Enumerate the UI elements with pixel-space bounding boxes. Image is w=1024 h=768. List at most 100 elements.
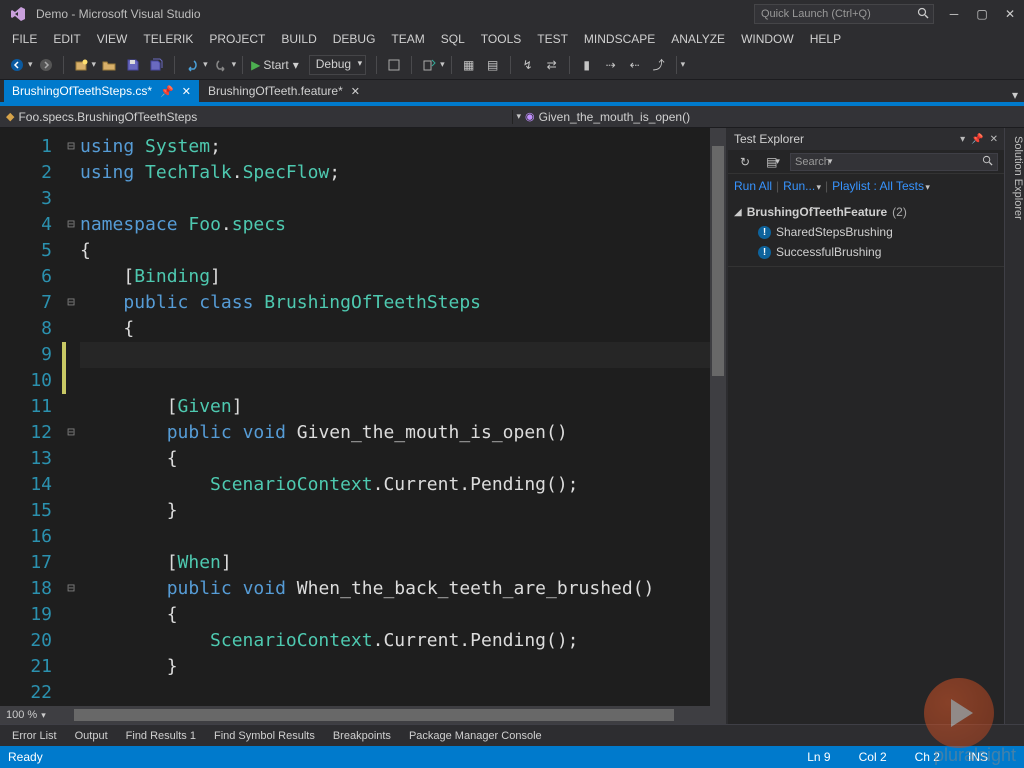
tool-tab[interactable]: Output (67, 730, 116, 742)
toolbar-button[interactable]: ⇢ (600, 54, 622, 76)
toolbar-button[interactable]: ⇄ (541, 54, 563, 76)
dropdown-icon[interactable]: ▾ (232, 59, 237, 70)
playlist-link[interactable]: Playlist : All Tests ▾ (832, 179, 930, 193)
pin-icon[interactable]: 📌 (160, 85, 174, 98)
toolbar-button[interactable]: ⇠ (624, 54, 646, 76)
menu-tools[interactable]: TOOLS (473, 32, 529, 46)
code-line[interactable]: { (80, 238, 710, 264)
tool-tab[interactable]: Breakpoints (325, 730, 399, 742)
close-icon[interactable]: ✕ (990, 134, 998, 145)
dropdown-icon[interactable]: ▾ (28, 59, 33, 70)
menu-help[interactable]: HELP (802, 32, 849, 46)
save-all-button[interactable] (146, 54, 168, 76)
toolbar-overflow[interactable]: ▾ (681, 59, 686, 70)
panel-title-bar[interactable]: Test Explorer ▾ 📌 ✕ (728, 128, 1004, 150)
tool-tab[interactable]: Package Manager Console (401, 730, 550, 742)
undo-button[interactable] (181, 54, 203, 76)
menu-build[interactable]: BUILD (273, 32, 324, 46)
menu-window[interactable]: WINDOW (733, 32, 802, 46)
code-line[interactable]: public void Given_the_mouth_is_open() (80, 420, 710, 446)
test-node[interactable]: !SuccessfulBrushing (734, 242, 998, 262)
pin-icon[interactable]: 📌 (971, 134, 983, 145)
code-line[interactable]: { (80, 602, 710, 628)
code-line[interactable]: { (80, 446, 710, 472)
dropdown-icon[interactable]: ▾ (92, 59, 97, 70)
zoom-dropdown[interactable]: 100 % (0, 709, 60, 721)
test-search-input[interactable]: Search ▾ (790, 153, 998, 171)
close-button[interactable]: ✕ (996, 4, 1024, 24)
scroll-thumb[interactable] (74, 709, 674, 721)
toolbar-button[interactable]: ▮ (576, 54, 598, 76)
scroll-thumb[interactable] (712, 146, 724, 376)
code-line[interactable]: ScenarioContext.Current.Pending(); (80, 628, 710, 654)
new-project-button[interactable] (70, 54, 92, 76)
tool-tab[interactable]: Error List (4, 730, 65, 742)
menu-view[interactable]: VIEW (89, 32, 136, 46)
test-group-node[interactable]: ◢ BrushingOfTeethFeature (2) (734, 202, 998, 222)
toolbar-button[interactable] (383, 54, 405, 76)
code-line[interactable]: [Binding] (80, 264, 710, 290)
menu-team[interactable]: TEAM (383, 32, 432, 46)
open-file-button[interactable] (98, 54, 120, 76)
tool-tab[interactable]: Find Symbol Results (206, 730, 323, 742)
start-debug-button[interactable]: ▶Start▾ (249, 58, 303, 72)
member-dropdown[interactable]: ▾ ◉ Given_the_mouth_is_open() (512, 110, 1024, 124)
doc-tab[interactable]: BrushingOfTeethSteps.cs*📌✕ (4, 80, 199, 102)
toolbar-button[interactable]: ▦ (458, 54, 480, 76)
nav-back-button[interactable] (6, 54, 28, 76)
type-dropdown[interactable]: ◆ Foo.specs.BrushingOfTeethSteps (0, 110, 512, 124)
nav-forward-button[interactable] (35, 54, 57, 76)
toolbar-button[interactable] (418, 54, 440, 76)
menu-analyze[interactable]: ANALYZE (663, 32, 733, 46)
vertical-scrollbar[interactable] (710, 128, 726, 706)
toolbar-button[interactable]: ⤴ (648, 54, 670, 76)
fold-gutter[interactable]: ⊟ ⊟ ⊟ ⊟ ⊟ (62, 128, 80, 706)
minimize-button[interactable]: ─ (940, 4, 968, 24)
menu-sql[interactable]: SQL (433, 32, 473, 46)
code-line[interactable] (80, 680, 710, 706)
run-all-link[interactable]: Run All (734, 179, 772, 193)
code-line[interactable]: } (80, 654, 710, 680)
code-editor[interactable]: 12345678910111213141516171819202122 ⊟ ⊟ … (0, 128, 726, 706)
menu-edit[interactable]: EDIT (45, 32, 88, 46)
code-line[interactable] (80, 524, 710, 550)
menu-telerik[interactable]: TELERIK (135, 32, 201, 46)
code-line[interactable]: ScenarioContext.Current.Pending(); (80, 472, 710, 498)
code-line[interactable]: namespace Foo.specs (80, 212, 710, 238)
te-toolbar-button[interactable]: ▤▾ (762, 151, 784, 173)
window-position-icon[interactable]: ▾ (960, 134, 965, 145)
dropdown-icon[interactable]: ▾ (203, 59, 208, 70)
horizontal-scrollbar[interactable] (60, 709, 726, 721)
toolbar-button[interactable]: ▤ (482, 54, 504, 76)
code-line[interactable]: } (80, 498, 710, 524)
expand-icon[interactable]: ◢ (734, 207, 742, 218)
menu-project[interactable]: PROJECT (201, 32, 273, 46)
close-tab-icon[interactable]: ✕ (351, 85, 360, 98)
solution-explorer-tab[interactable]: Solution Explorer (1004, 128, 1024, 724)
config-dropdown[interactable]: Debug (309, 55, 366, 75)
code-line[interactable] (80, 186, 710, 212)
quick-launch-input[interactable]: Quick Launch (Ctrl+Q) (754, 4, 934, 24)
menu-debug[interactable]: DEBUG (325, 32, 384, 46)
code-line[interactable]: using TechTalk.SpecFlow; (80, 160, 710, 186)
code-line[interactable]: public void When_the_back_teeth_are_brus… (80, 576, 710, 602)
doc-tab[interactable]: BrushingOfTeeth.feature*✕ (200, 80, 368, 102)
maximize-button[interactable]: ▢ (968, 4, 996, 24)
code-line[interactable]: { (80, 316, 710, 342)
code-line[interactable]: [When] (80, 550, 710, 576)
run-link[interactable]: Run... ▾ (783, 179, 821, 193)
tool-tab[interactable]: Find Results 1 (118, 730, 204, 742)
te-toolbar-button[interactable]: ↻ (734, 151, 756, 173)
dropdown-icon[interactable]: ▾ (440, 59, 445, 70)
redo-button[interactable] (210, 54, 232, 76)
code-line[interactable]: [Given] (80, 394, 710, 420)
menu-file[interactable]: FILE (4, 32, 45, 46)
menu-mindscape[interactable]: MINDSCAPE (576, 32, 663, 46)
menu-test[interactable]: TEST (529, 32, 576, 46)
code-line[interactable]: using System; (80, 134, 710, 160)
close-tab-icon[interactable]: ✕ (182, 85, 191, 98)
code-line[interactable] (80, 368, 710, 394)
tab-overflow-button[interactable]: ▾ (1012, 88, 1024, 102)
test-node[interactable]: !SharedStepsBrushing (734, 222, 998, 242)
code-line[interactable] (80, 342, 710, 368)
